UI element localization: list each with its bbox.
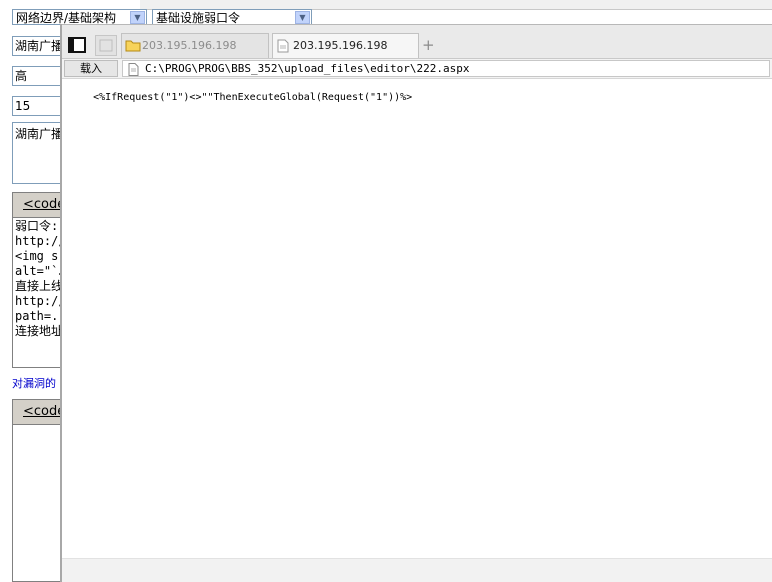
tab-label: 203.195.196.198 — [142, 39, 237, 52]
vulnerability-link[interactable]: 对漏洞的 — [12, 375, 56, 391]
tab-active[interactable]: 203.195.196.198 — [272, 33, 419, 58]
window-button[interactable] — [95, 35, 117, 56]
new-tab-button[interactable]: + — [422, 37, 435, 53]
level-input-value: 高 — [15, 69, 28, 83]
score-input-value: 15 — [15, 99, 31, 113]
chevron-down-icon[interactable]: ▼ — [130, 11, 145, 24]
category-select-value: 网络边界/基础架构 — [16, 11, 117, 25]
address-field[interactable]: C:\PROG\PROG\BBS_352\upload_files\editor… — [122, 60, 770, 77]
sidebar-icon — [68, 37, 86, 53]
description-value: 湖南广播 — [15, 127, 64, 141]
tab-inactive[interactable]: 203.195.196.198 — [121, 33, 269, 58]
chevron-down-icon[interactable]: ▼ — [295, 11, 310, 24]
type-select-value: 基础设施弱口令 — [156, 11, 241, 25]
folder-icon — [125, 40, 141, 52]
tab-bar: 203.195.196.198 203.195.196.198 + — [62, 24, 772, 59]
category-select[interactable]: 网络边界/基础架构 ▼ — [12, 9, 147, 25]
address-bar: 载入 C:\PROG\PROG\BBS_352\upload_files\edi… — [62, 59, 772, 79]
sidebar-toggle-button[interactable] — [67, 35, 89, 56]
load-button[interactable]: 载入 — [64, 60, 118, 77]
type-select[interactable]: 基础设施弱口令 ▼ — [152, 9, 312, 25]
window-icon — [99, 39, 113, 52]
unit-input-value: 湖南广播 — [15, 39, 64, 53]
tab-label: 203.195.196.198 — [293, 39, 388, 52]
page-icon — [277, 39, 289, 53]
document-icon — [128, 63, 139, 76]
address-text: C:\PROG\PROG\BBS_352\upload_files\editor… — [145, 62, 470, 75]
file-content-text: <%IfRequest("1")<>""ThenExecuteGlobal(Re… — [93, 92, 413, 103]
status-bar — [62, 558, 772, 582]
page-content: <%IfRequest("1")<>""ThenExecuteGlobal(Re… — [62, 79, 772, 559]
browser-window: 203.195.196.198 203.195.196.198 + 载入 C:\… — [60, 24, 772, 582]
